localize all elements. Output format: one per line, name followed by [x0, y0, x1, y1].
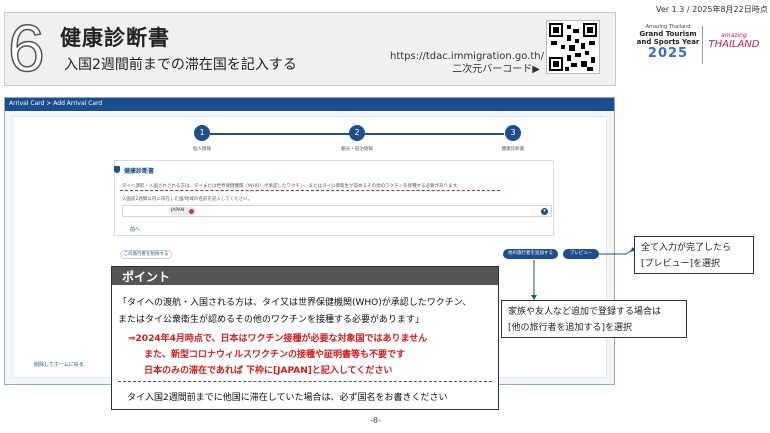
point-red-1: ⇒2024年4月時点で、日本はワクチン接種が必要な対象国ではありません	[128, 334, 428, 344]
note-preview-line1: 全て入力が完了したら	[641, 243, 732, 253]
note-add-line1: 家族や友人など追加で登録する場合は	[508, 307, 662, 317]
note-preview-line2: [プレビュー]を選択	[641, 259, 721, 269]
page-number: -8-	[370, 416, 381, 425]
point-red-3: 日本のみの滞在であれば 下枠に[JAPAN]と記入してください	[144, 366, 393, 376]
note-preview: 全て入力が完了したら [プレビュー]を選択	[634, 236, 754, 274]
point-line-2: またはタイ公衆衛生が認めるその他のワクチンを接種する必要があります」	[118, 315, 425, 325]
point-divider	[118, 381, 492, 382]
point-bottom: タイ入国2週間前までに他国に滞在していた場合は、必ず国名をお書きください	[127, 393, 448, 403]
point-heading: ポイント	[122, 270, 171, 284]
point-line-1: 「タイへの渡航・入国される方は、タイ又は世界保健機関(WHO)が承認したワクチン…	[118, 298, 472, 308]
point-heading-bar: ポイント	[112, 267, 498, 285]
point-red-2: また、新型コロナウィルスワクチンの接種や証明書等も不要です	[144, 350, 406, 360]
note-add-traveler: 家族や友人など追加で登録する場合は [他の旅行者を追加する]を選択	[501, 300, 687, 338]
note-add-line2: [他の旅行者を追加する]を選択	[508, 323, 633, 333]
